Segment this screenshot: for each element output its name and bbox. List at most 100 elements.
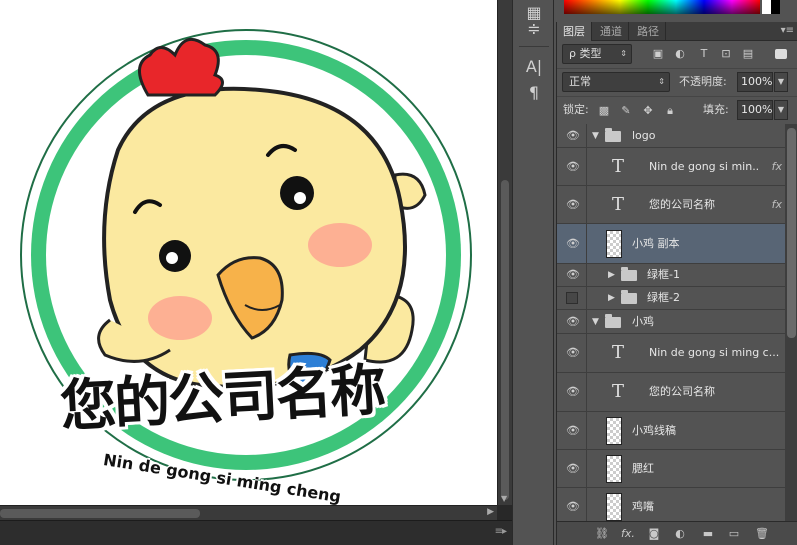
link-layers-icon[interactable]: ⛓︎ <box>593 526 611 542</box>
visibility-toggle[interactable]: 👁︎ <box>557 412 587 449</box>
layer-row[interactable]: 👁︎ ▶ 绿框-1 <box>557 264 785 287</box>
lock-all-icon[interactable]: 🔒︎ <box>663 104 677 118</box>
canvas-area[interactable]: 您的公司名称 Nin de gong si ming cheng ▼ ▶ ≡▸ <box>0 0 512 545</box>
eye-icon: 👁︎ <box>566 159 580 173</box>
layer-row[interactable]: 👁︎ T 您的公司名称 <box>557 373 785 412</box>
document-canvas[interactable]: 您的公司名称 Nin de gong si ming cheng <box>0 0 497 505</box>
visibility-toggle[interactable]: 👁︎ <box>557 373 587 411</box>
fill-dropdown-icon[interactable]: ▼ <box>774 100 788 120</box>
fx-badge[interactable]: fx <box>772 159 782 175</box>
layer-name: logo <box>632 128 656 142</box>
eye-icon: 👁︎ <box>566 128 580 142</box>
layer-thumbnail <box>606 492 622 521</box>
delete-layer-icon[interactable]: 🗑︎ <box>753 526 771 542</box>
panel-dock-strip: ▦ ≑ A| ¶ <box>512 0 554 545</box>
layer-name: 您的公司名称 <box>649 385 715 398</box>
filter-smart-object-icon[interactable]: ▤ <box>741 47 755 61</box>
visibility-toggle[interactable]: 👁︎ <box>557 334 587 372</box>
layer-row[interactable]: 👁︎ 腮红 <box>557 450 785 488</box>
text-layer-icon: T <box>612 342 625 363</box>
layer-scroll-thumb[interactable] <box>787 128 796 338</box>
layer-row[interactable]: 👁︎ T 您的公司名称 fx <box>557 186 785 224</box>
adjust-tool-icon[interactable]: ≑ <box>523 18 545 40</box>
layer-row[interactable]: ▶ 绿框-2 <box>557 287 785 310</box>
folder-icon <box>621 267 637 281</box>
tab-layers[interactable]: 图层 <box>557 22 592 41</box>
logo-title-text: 您的公司名称 <box>58 358 386 440</box>
lock-paint-icon[interactable]: ✎ <box>619 104 633 118</box>
color-spectrum[interactable] <box>564 0 760 14</box>
fill-label: 填充: <box>703 103 729 116</box>
visibility-toggle[interactable] <box>557 287 587 309</box>
layer-row-selected[interactable]: 👁︎ 小鸡 副本 <box>557 224 785 264</box>
filter-adjustment-icon[interactable]: ◐ <box>673 47 687 61</box>
lock-transparency-icon[interactable]: ▩ <box>597 104 611 118</box>
scroll-down-icon[interactable]: ▼ <box>501 494 507 503</box>
adjustment-layer-icon[interactable]: ◐ <box>671 526 689 542</box>
visibility-toggle[interactable]: 👁︎ <box>557 148 587 185</box>
eye-icon: 👁︎ <box>566 236 580 250</box>
eye-icon: 👁︎ <box>566 385 580 398</box>
tab-paths[interactable]: 路径 <box>631 22 666 41</box>
eye-icon: 👁︎ <box>566 461 580 475</box>
character-icon[interactable]: A| <box>523 56 545 78</box>
text-layer-icon: T <box>612 155 625 177</box>
canvas-horizontal-scrollbar[interactable]: ▶ <box>0 505 497 520</box>
lock-label: 锁定: <box>563 103 589 116</box>
status-menu-icon[interactable]: ≡▸ <box>495 526 507 537</box>
folder-icon <box>605 313 621 328</box>
new-layer-icon[interactable]: ▭ <box>725 526 743 542</box>
caret-down-icon[interactable]: ▼ <box>592 316 599 328</box>
opacity-input[interactable]: 100% <box>737 72 773 92</box>
fx-icon[interactable]: fx. <box>619 526 637 542</box>
filter-type-icon[interactable]: T <box>697 47 711 61</box>
filter-pixel-icon[interactable]: ▣ <box>651 47 665 61</box>
layer-name: 您的公司名称 <box>649 197 715 211</box>
visibility-toggle[interactable]: 👁︎ <box>557 450 587 487</box>
canvas-hscroll-thumb[interactable] <box>0 509 200 518</box>
folder-icon <box>605 127 621 142</box>
layer-list-scrollbar[interactable] <box>785 124 797 521</box>
filter-shape-icon[interactable]: ⊡ <box>719 47 733 61</box>
black-white-swatch[interactable] <box>762 0 780 14</box>
add-mask-icon[interactable]: ◙ <box>645 526 663 542</box>
layer-thumbnail <box>606 229 622 258</box>
visibility-toggle[interactable]: 👁︎ <box>557 224 587 263</box>
canvas-vertical-scrollbar[interactable]: ▼ <box>497 0 512 505</box>
fill-input[interactable]: 100% <box>737 100 773 120</box>
chevron-updown-icon: ⇕ <box>620 49 627 58</box>
eye-icon: 👁︎ <box>566 423 580 437</box>
caret-down-icon[interactable]: ▼ <box>592 130 599 142</box>
canvas-vscroll-thumb[interactable] <box>501 180 509 500</box>
caret-right-icon[interactable]: ▶ <box>608 269 615 281</box>
visibility-toggle[interactable]: 👁︎ <box>557 264 587 286</box>
layer-thumbnail <box>606 416 622 445</box>
layers-panel: 图层 通道 路径 ▾≡ ρ 类型 ⇕ ▣ ◐ T ⊡ ▤ 正常 ⇕ 不透明度: … <box>556 22 797 545</box>
visibility-toggle[interactable]: 👁︎ <box>557 186 587 223</box>
layer-row[interactable]: 👁︎ T Nin de gong si ming c... <box>557 334 785 373</box>
opacity-dropdown-icon[interactable]: ▼ <box>774 72 788 92</box>
scroll-right-icon[interactable]: ▶ <box>487 507 494 517</box>
blend-mode-select[interactable]: 正常 ⇕ <box>562 72 670 92</box>
paragraph-icon[interactable]: ¶ <box>523 82 545 104</box>
filter-toggle-icon[interactable] <box>775 49 787 59</box>
layer-name: 腮红 <box>632 461 654 475</box>
visibility-toggle[interactable]: 👁︎ <box>557 310 587 333</box>
tab-channels[interactable]: 通道 <box>594 22 629 41</box>
visibility-toggle[interactable]: 👁︎ <box>557 488 587 521</box>
visibility-toggle[interactable]: 👁︎ <box>557 124 587 147</box>
filter-kind-select[interactable]: ρ 类型 ⇕ <box>562 44 632 64</box>
lock-position-icon[interactable]: ✥ <box>641 104 655 118</box>
layer-row[interactable]: 👁︎ ▼ logo <box>557 124 785 148</box>
fx-badge[interactable]: fx <box>772 197 782 213</box>
caret-right-icon[interactable]: ▶ <box>608 292 615 304</box>
layer-row[interactable]: 👁︎ ▼ 小鸡 <box>557 310 785 334</box>
color-picker-strip <box>556 0 797 22</box>
panel-menu-icon[interactable]: ▾≡ <box>781 25 794 36</box>
new-group-icon[interactable]: ▬ <box>699 526 717 542</box>
hidden-visibility-box <box>566 292 578 304</box>
opacity-label: 不透明度: <box>679 75 727 88</box>
layer-row[interactable]: 👁︎ T Nin de gong si min... fx <box>557 148 785 186</box>
layer-row[interactable]: 👁︎ 小鸡线稿 <box>557 412 785 450</box>
layer-row[interactable]: 👁︎ 鸡嘴 <box>557 488 785 521</box>
